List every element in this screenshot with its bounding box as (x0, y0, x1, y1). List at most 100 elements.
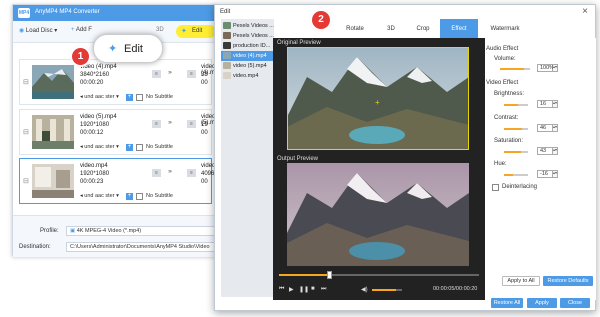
audio-track-select[interactable]: ◂ und aac ster ▾ (80, 193, 120, 199)
tab-crop[interactable]: Crop (411, 19, 435, 39)
subtitle-label: No Subtitle (146, 94, 173, 100)
magic-wand-icon: ✦ (181, 28, 187, 35)
add-audio-button[interactable]: + (126, 94, 133, 101)
file-list-item[interactable]: production ID... (221, 41, 274, 51)
contrast-spinner[interactable]: ▴▾ (553, 124, 558, 132)
file-list-item[interactable]: video.mp4 (221, 71, 274, 81)
file-list-item[interactable]: video (5).mp4 (221, 61, 274, 71)
add-audio-button[interactable]: + (126, 193, 133, 200)
file-duration: 00:00:12 (80, 130, 104, 136)
saturation-spinner[interactable]: ▴▾ (553, 147, 558, 155)
volume-input[interactable]: 100% (537, 64, 554, 72)
file-name: video (4).mp4 (80, 64, 117, 70)
brightness-slider[interactable] (504, 104, 528, 106)
file-row-selected[interactable]: ⊟ video.mp4 1920*1080 00:00:23 ≡ ››› ≡ v… (19, 158, 229, 204)
file-list-label: video.mp4 (233, 73, 259, 79)
effect-panel: Audio Effect Volume: 100% ▴▾ Video Effec… (486, 38, 596, 300)
file-row[interactable]: ⊟ video (5).mp4 1920*1080 00:00:12 ≡ ›››… (19, 109, 222, 155)
volume-slider[interactable] (500, 68, 530, 70)
hue-input[interactable]: -16 (537, 170, 553, 178)
deinterlacing-label: Deinterlacing (502, 184, 538, 190)
add-file-label: Add F (75, 27, 92, 33)
subtitle-select[interactable]: No Subtitle (146, 94, 173, 100)
contrast-input[interactable]: 46 (537, 124, 553, 132)
tab-effect[interactable]: Effect (440, 19, 478, 39)
edit-dialog: Edit × 2 Rotate 3D Crop Effect Watermark… (214, 4, 596, 311)
audio-effect-heading: Audio Effect (486, 46, 519, 52)
output-duration: 00 (201, 130, 208, 136)
pause-icon[interactable]: ❚❚ (299, 286, 309, 293)
restore-all-button[interactable]: Restore All (491, 298, 523, 308)
apply-button[interactable]: Apply (527, 298, 557, 308)
play-icon[interactable]: ▶ (289, 286, 294, 293)
playback-progress-handle[interactable] (327, 271, 332, 279)
info-chip: ≡ (152, 169, 161, 177)
destination-field[interactable]: C:\Users\Administrator\Documents\AnyMP4 … (66, 242, 216, 252)
saturation-input[interactable]: 43 (537, 147, 553, 155)
converter-title: AnyMP4 MP4 Converter (35, 9, 100, 15)
file-list-item-selected[interactable]: video (4).mp4 (221, 51, 274, 61)
brightness-input[interactable]: 16 (537, 100, 553, 108)
file-list-label: Pexels Videos ... (233, 23, 274, 29)
video-thumbnail (32, 164, 74, 198)
volume-icon[interactable]: ◀) (361, 286, 368, 293)
original-preview-label: Original Preview (277, 40, 321, 46)
playback-progress[interactable] (279, 274, 479, 276)
tab-watermark[interactable]: Watermark (485, 19, 525, 39)
subtitle-select[interactable]: No Subtitle (146, 193, 173, 199)
saturation-label: Saturation: (494, 138, 524, 144)
step-badge-1: 1 (72, 48, 89, 65)
expand-icon[interactable]: ⊟ (23, 78, 29, 86)
audio-track-select[interactable]: ◂ und aac ster ▾ (80, 144, 120, 150)
video-thumb-icon (223, 72, 231, 79)
subtitle-checkbox[interactable] (136, 193, 143, 200)
stop-icon[interactable]: ■ (311, 286, 315, 292)
brightness-spinner[interactable]: ▴▾ (553, 100, 558, 108)
close-button[interactable]: Close (560, 298, 590, 308)
tab-3d[interactable]: 3D (381, 19, 401, 39)
subtitle-checkbox[interactable] (136, 144, 143, 151)
profile-select[interactable]: ▣ 4K MPEG-4 Video (*.mp4) (66, 226, 216, 236)
tab-rotate[interactable]: Rotate (341, 19, 369, 39)
add-audio-button[interactable]: + (126, 144, 133, 151)
skip-back-icon[interactable]: ⏮ (279, 286, 284, 293)
expand-icon[interactable]: ⊟ (23, 177, 29, 185)
profile-value: 4K MPEG-4 Video (*.mp4) (76, 228, 142, 234)
expand-icon[interactable]: ⊟ (23, 128, 29, 136)
hue-spinner[interactable]: ▴▾ (553, 170, 558, 178)
volume-spinner[interactable]: ▴▾ (553, 64, 558, 72)
subtitle-label: No Subtitle (146, 193, 173, 199)
restore-defaults-button[interactable]: Restore Defaults (543, 276, 593, 286)
subtitle-select[interactable]: No Subtitle (146, 144, 173, 150)
apply-to-all-button[interactable]: Apply to All (502, 276, 540, 286)
edit-button[interactable]: ✦ Edit (176, 25, 216, 38)
original-preview-image[interactable]: + (287, 47, 469, 150)
audio-track-select[interactable]: ◂ und aac ster ▾ (80, 94, 120, 100)
add-file-button[interactable]: + Add F (71, 27, 92, 38)
dialog-title: Edit (220, 9, 231, 15)
chevron-down-icon: ▾ (54, 28, 58, 34)
file-list-item[interactable]: Pexels Videos ... (221, 21, 274, 31)
hue-slider[interactable] (504, 174, 528, 176)
contrast-slider[interactable] (504, 128, 528, 130)
preview-volume-slider[interactable] (372, 289, 402, 291)
skip-forward-icon[interactable]: ⏭ (321, 286, 326, 293)
video-thumb-icon (223, 32, 231, 39)
subtitle-checkbox[interactable] (136, 94, 143, 101)
convert-arrows-icon: ››› (168, 70, 172, 76)
output-chip: ≡ (187, 169, 196, 177)
audio-icon: ◂ (80, 94, 83, 100)
contrast-slider-fill (504, 128, 522, 130)
destination-label: Destination: (19, 244, 51, 250)
load-disc-button[interactable]: ◉ Load Disc ▾ (19, 27, 57, 38)
saturation-slider[interactable] (504, 151, 528, 153)
video-thumb-icon (223, 22, 231, 29)
file-row[interactable]: ⊟ video (4).mp4 3840*2160 00:00:20 ≡ ›››… (19, 59, 222, 105)
output-preview-image (287, 163, 469, 266)
video-icon: ▣ (70, 228, 76, 234)
file-list-item[interactable]: Pexels Videos ... (221, 31, 274, 41)
close-icon[interactable]: × (582, 6, 588, 17)
info-chip: ≡ (152, 70, 161, 78)
load-disc-label: Load Disc (25, 28, 53, 34)
deinterlacing-checkbox[interactable] (492, 184, 499, 191)
